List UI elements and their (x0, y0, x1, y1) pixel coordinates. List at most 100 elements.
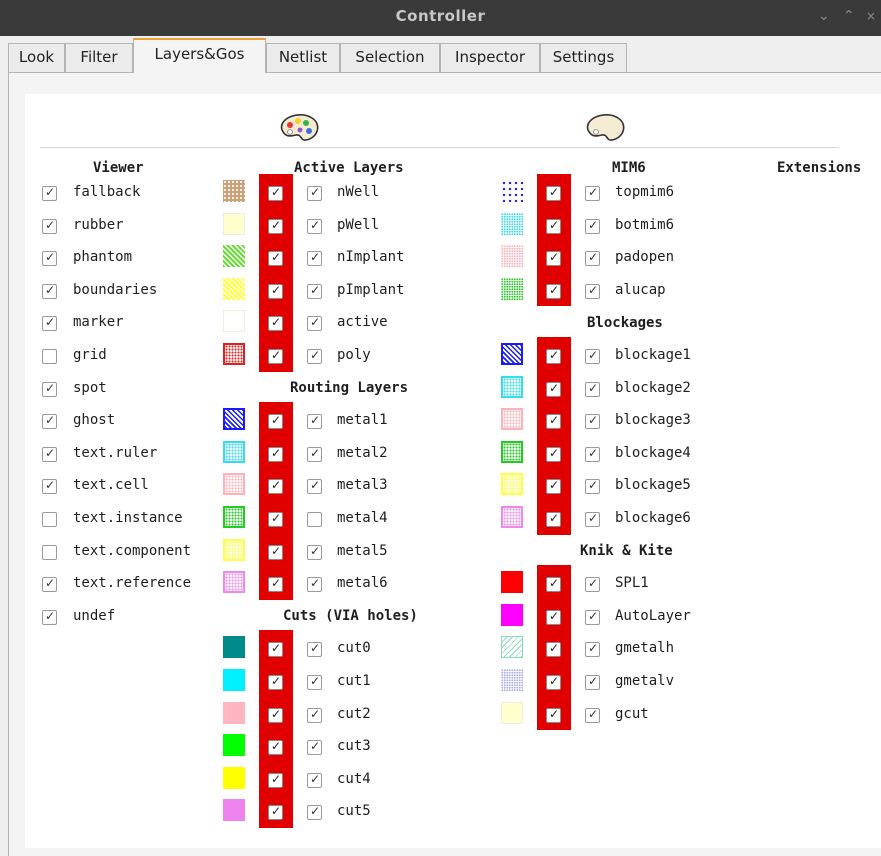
close-icon[interactable]: × (866, 9, 876, 23)
layer-visible-checkbox-metal1[interactable]: ✓ (268, 413, 283, 430)
layer-selectable-checkbox-cut3[interactable]: ✓ (307, 739, 322, 756)
layer-visible-checkbox-cut1[interactable]: ✓ (268, 674, 283, 690)
viewer-checkbox-fallback[interactable]: ✓ (42, 185, 57, 201)
layer-visible-checkbox-cut0[interactable]: ✓ (268, 641, 283, 658)
viewer-checkbox-ghost[interactable]: ✓ (42, 413, 57, 430)
layer-swatch-metal6[interactable] (223, 571, 245, 594)
layer-selectable-checkbox-cut2[interactable]: ✓ (307, 707, 322, 723)
layer-swatch-metal1[interactable] (223, 408, 245, 431)
layer-selectable-checkbox-blockage1[interactable]: ✓ (585, 348, 600, 364)
layer-visible-checkbox-nimplant[interactable]: ✓ (268, 250, 283, 267)
layer-visible-checkbox-cut4[interactable]: ✓ (268, 772, 283, 788)
layer-selectable-checkbox-autolayer[interactable]: ✓ (585, 609, 600, 625)
layer-selectable-checkbox-alucap[interactable]: ✓ (585, 283, 600, 299)
tab-layers-gos[interactable]: Layers&Gos (133, 38, 266, 73)
layer-selectable-checkbox-botmim6[interactable]: ✓ (585, 218, 600, 234)
layer-selectable-checkbox-metal3[interactable]: ✓ (307, 478, 322, 495)
layer-visible-checkbox-active[interactable]: ✓ (268, 315, 283, 332)
layer-selectable-checkbox-cut1[interactable]: ✓ (307, 674, 322, 690)
layer-swatch-blockage2[interactable] (501, 375, 523, 398)
minimize-chevron-icon[interactable]: ⌄ (818, 8, 830, 24)
layer-selectable-checkbox-nwell[interactable]: ✓ (307, 185, 322, 201)
layer-visible-checkbox-blockage1[interactable]: ✓ (546, 348, 561, 364)
maximize-chevron-icon[interactable]: ⌃ (843, 8, 855, 24)
layer-visible-checkbox-metal5[interactable]: ✓ (268, 544, 283, 560)
layer-visible-checkbox-gmetalh[interactable]: ✓ (546, 641, 561, 658)
tab-filter[interactable]: Filter (65, 43, 133, 72)
tab-netlist[interactable]: Netlist (266, 43, 340, 72)
layer-swatch-cut2[interactable] (223, 701, 245, 724)
layer-visible-checkbox-metal2[interactable]: ✓ (268, 446, 283, 462)
layer-swatch-pwell[interactable] (223, 212, 245, 235)
layer-selectable-checkbox-metal4[interactable] (307, 512, 322, 527)
layer-selectable-checkbox-active[interactable]: ✓ (307, 315, 322, 332)
viewer-checkbox-phantom[interactable]: ✓ (42, 250, 57, 267)
layer-selectable-checkbox-gmetalh[interactable]: ✓ (585, 641, 600, 658)
layer-swatch-cut5[interactable] (223, 799, 245, 822)
layer-visible-checkbox-blockage6[interactable]: ✓ (546, 511, 561, 527)
layer-swatch-metal5[interactable] (223, 538, 245, 561)
layer-visible-checkbox-gcut[interactable]: ✓ (546, 707, 561, 723)
layer-visible-checkbox-cut5[interactable]: ✓ (268, 804, 283, 821)
layer-selectable-checkbox-cut4[interactable]: ✓ (307, 772, 322, 788)
tab-selection[interactable]: Selection (340, 43, 440, 72)
layer-selectable-checkbox-blockage5[interactable]: ✓ (585, 478, 600, 495)
layer-selectable-checkbox-blockage3[interactable]: ✓ (585, 413, 600, 430)
layer-selectable-checkbox-metal5[interactable]: ✓ (307, 544, 322, 560)
layer-visible-checkbox-pimplant[interactable]: ✓ (268, 283, 283, 299)
layer-visible-checkbox-spl1[interactable]: ✓ (546, 576, 561, 593)
layer-visible-checkbox-botmim6[interactable]: ✓ (546, 218, 561, 234)
layer-visible-checkbox-cut3[interactable]: ✓ (268, 739, 283, 756)
layer-swatch-pimplant[interactable] (223, 277, 245, 300)
viewer-checkbox-text-ruler[interactable]: ✓ (42, 446, 57, 462)
viewer-checkbox-text-cell[interactable]: ✓ (42, 478, 57, 495)
layer-swatch-padopen[interactable] (501, 245, 523, 268)
layer-swatch-cut0[interactable] (223, 636, 245, 659)
layer-swatch-autolayer[interactable] (501, 603, 523, 626)
layer-swatch-poly[interactable] (223, 343, 245, 365)
layer-selectable-checkbox-blockage2[interactable]: ✓ (585, 381, 600, 397)
layer-visible-checkbox-alucap[interactable]: ✓ (546, 283, 561, 299)
layer-selectable-checkbox-gcut[interactable]: ✓ (585, 707, 600, 723)
layer-visible-checkbox-poly[interactable]: ✓ (268, 348, 283, 364)
viewer-checkbox-text-instance[interactable] (42, 512, 57, 527)
layer-swatch-blockage4[interactable] (501, 440, 523, 463)
layer-visible-checkbox-metal3[interactable]: ✓ (268, 478, 283, 495)
layer-swatch-cut4[interactable] (223, 766, 245, 789)
viewer-checkbox-text-reference[interactable]: ✓ (42, 576, 57, 593)
layer-selectable-checkbox-blockage4[interactable]: ✓ (585, 446, 600, 462)
layer-selectable-checkbox-poly[interactable]: ✓ (307, 348, 322, 364)
layer-swatch-gmetalv[interactable] (501, 669, 523, 691)
tab-look[interactable]: Look (8, 43, 65, 72)
layer-swatch-metal4[interactable] (223, 506, 245, 528)
viewer-checkbox-undef[interactable]: ✓ (42, 609, 57, 625)
layer-swatch-blockage3[interactable] (501, 408, 523, 431)
layer-selectable-checkbox-metal6[interactable]: ✓ (307, 576, 322, 593)
tab-inspector[interactable]: Inspector (440, 43, 540, 72)
viewer-checkbox-grid[interactable] (42, 349, 57, 364)
layer-visible-checkbox-autolayer[interactable]: ✓ (546, 609, 561, 625)
layer-swatch-blockage6[interactable] (501, 506, 523, 528)
layer-visible-checkbox-metal6[interactable]: ✓ (268, 576, 283, 593)
layer-swatch-nimplant[interactable] (223, 245, 245, 268)
layer-swatch-metal3[interactable] (223, 473, 245, 496)
viewer-checkbox-boundaries[interactable]: ✓ (42, 283, 57, 299)
layer-selectable-checkbox-pimplant[interactable]: ✓ (307, 283, 322, 299)
layer-visible-checkbox-topmim6[interactable]: ✓ (546, 185, 561, 201)
layer-swatch-alucap[interactable] (501, 277, 523, 300)
layer-selectable-checkbox-metal2[interactable]: ✓ (307, 446, 322, 462)
layer-visible-checkbox-blockage3[interactable]: ✓ (546, 413, 561, 430)
layer-visible-checkbox-metal4[interactable]: ✓ (268, 511, 283, 527)
tab-settings[interactable]: Settings (540, 43, 627, 72)
layer-selectable-checkbox-pwell[interactable]: ✓ (307, 218, 322, 234)
layer-selectable-checkbox-blockage6[interactable]: ✓ (585, 511, 600, 527)
layer-visible-checkbox-padopen[interactable]: ✓ (546, 250, 561, 267)
layer-selectable-checkbox-cut0[interactable]: ✓ (307, 641, 322, 658)
viewer-checkbox-text-component[interactable] (42, 544, 57, 560)
layer-visible-checkbox-blockage4[interactable]: ✓ (546, 446, 561, 462)
layer-swatch-spl1[interactable] (501, 571, 523, 594)
layer-visible-checkbox-nwell[interactable]: ✓ (268, 185, 283, 201)
layer-swatch-nwell[interactable] (223, 180, 245, 202)
layer-swatch-active[interactable] (223, 310, 245, 333)
layer-visible-checkbox-cut2[interactable]: ✓ (268, 707, 283, 723)
